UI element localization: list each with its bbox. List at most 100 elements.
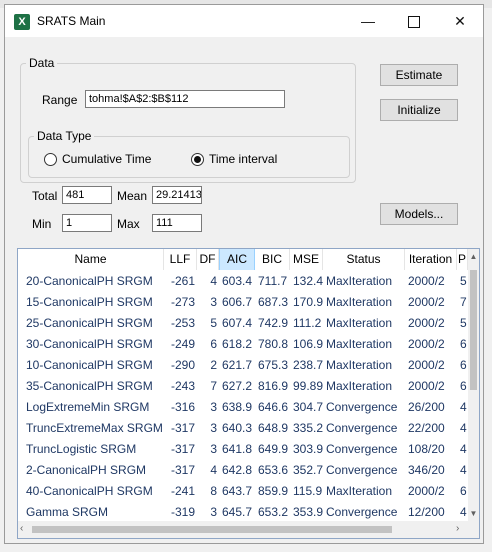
- cell-p: 4: [460, 442, 467, 456]
- cell-bic: 646.6: [258, 400, 289, 414]
- cell-llf: -290: [170, 358, 195, 372]
- models-button[interactable]: Models...: [380, 203, 458, 225]
- cell-name: 40-CanonicalPH SRGM: [26, 484, 153, 498]
- cell-llf: -317: [170, 421, 195, 435]
- time-interval-label[interactable]: Time interval: [209, 152, 277, 166]
- cell-iteration: 12/200: [408, 505, 445, 519]
- horizontal-scrollbar[interactable]: ‹ ›: [18, 521, 468, 538]
- estimate-button[interactable]: Estimate: [380, 64, 458, 86]
- cumulative-time-radio[interactable]: [44, 153, 57, 166]
- cell-name: Gamma SRGM: [26, 505, 109, 519]
- total-field[interactable]: 481: [62, 186, 112, 204]
- title-bar[interactable]: X SRATS Main — ✕: [5, 5, 483, 37]
- cell-df: 3: [210, 442, 217, 456]
- cell-aic: 645.7: [222, 505, 253, 519]
- cell-p: 4: [460, 421, 467, 435]
- table-row[interactable]: Gamma SRGM -319 3 645.7 653.2 353.9 Convergenc…: [18, 502, 468, 523]
- mean-label: Mean: [117, 189, 148, 203]
- column-header-status[interactable]: Status: [323, 249, 405, 270]
- column-header-iteration[interactable]: Iteration: [405, 249, 457, 270]
- table-row[interactable]: 2-CanonicalPH SRGM -317 4 642.8 653.6 352.7 Co…: [18, 460, 468, 481]
- cumulative-time-label[interactable]: Cumulative Time: [62, 152, 151, 166]
- cell-iteration: 22/200: [408, 421, 445, 435]
- cell-df: 6: [210, 337, 217, 351]
- cell-aic: 607.4: [222, 316, 253, 330]
- cell-bic: 648.9: [258, 421, 289, 435]
- cell-p: 6: [460, 379, 467, 393]
- cell-df: 3: [210, 400, 217, 414]
- cell-mse: 304.7: [293, 400, 323, 414]
- vertical-scroll-thumb[interactable]: [470, 270, 477, 390]
- minimize-button[interactable]: —: [345, 5, 391, 37]
- cell-aic: 640.3: [222, 421, 253, 435]
- close-button[interactable]: ✕: [437, 5, 483, 37]
- column-header-df[interactable]: DF: [197, 249, 219, 270]
- radio-selected-dot: [194, 156, 201, 163]
- cell-status: MaxIteration: [326, 316, 393, 330]
- range-input[interactable]: tohma!$A$2:$B$112: [85, 90, 285, 108]
- maximize-button[interactable]: [391, 5, 437, 37]
- table-row[interactable]: 10-CanonicalPH SRGM -290 2 621.7 675.3 238.7 M…: [18, 355, 468, 376]
- scroll-left-icon[interactable]: ‹: [20, 523, 23, 534]
- cell-aic: 638.9: [222, 400, 253, 414]
- column-header-p[interactable]: P: [457, 249, 468, 270]
- table-row[interactable]: 15-CanonicalPH SRGM -273 3 606.7 687.3 170.9 M…: [18, 292, 468, 313]
- horizontal-scroll-thumb[interactable]: [32, 526, 392, 533]
- cell-llf: -316: [170, 400, 195, 414]
- table-row[interactable]: 40-CanonicalPH SRGM -241 8 643.7 859.9 115.9 M…: [18, 481, 468, 502]
- max-field[interactable]: 111: [152, 214, 202, 232]
- cell-aic: 621.7: [222, 358, 253, 372]
- results-grid: Name LLF DF AIC BIC MSE Status Iteration P 20-Ca…: [17, 248, 480, 539]
- table-row[interactable]: TruncExtremeMax SRGM -317 3 640.3 648.9 335.2…: [18, 418, 468, 439]
- cell-status: Convergence: [326, 442, 398, 456]
- data-type-label: Data Type: [34, 129, 95, 143]
- column-header-name[interactable]: Name: [18, 249, 164, 270]
- table-row[interactable]: 30-CanonicalPH SRGM -249 6 618.2 780.8 106.9 M…: [18, 334, 468, 355]
- mean-field[interactable]: 29.21413: [152, 186, 202, 204]
- column-header-aic[interactable]: AIC: [219, 249, 255, 270]
- table-row[interactable]: 25-CanonicalPH SRGM -253 5 607.4 742.9 111.2 M…: [18, 313, 468, 334]
- cell-mse: 335.2: [293, 421, 323, 435]
- grid-header: Name LLF DF AIC BIC MSE Status Iteration P: [18, 249, 468, 270]
- cell-llf: -243: [170, 379, 195, 393]
- cell-df: 3: [210, 421, 217, 435]
- vertical-scrollbar[interactable]: ▲ ▼: [468, 249, 479, 521]
- cell-aic: 627.2: [222, 379, 253, 393]
- cell-bic: 742.9: [258, 316, 289, 330]
- table-row[interactable]: 20-CanonicalPH SRGM -261 4 603.4 711.7 132.4 M…: [18, 271, 468, 292]
- table-row[interactable]: TruncLogistic SRGM -317 3 641.8 649.9 303.9 Co…: [18, 439, 468, 460]
- scroll-down-icon[interactable]: ▼: [468, 509, 479, 518]
- cell-status: MaxIteration: [326, 295, 393, 309]
- cell-bic: 816.9: [258, 379, 289, 393]
- table-row[interactable]: 35-CanonicalPH SRGM -243 7 627.2 816.9 99.89 M…: [18, 376, 468, 397]
- cell-mse: 352.7: [293, 463, 323, 477]
- cell-mse: 106.9: [293, 337, 323, 351]
- cell-p: 7: [460, 295, 467, 309]
- cell-status: MaxIteration: [326, 274, 393, 288]
- cell-name: 30-CanonicalPH SRGM: [26, 337, 153, 351]
- data-group-label: Data: [26, 56, 58, 70]
- scroll-right-icon[interactable]: ›: [456, 523, 459, 534]
- time-interval-radio[interactable]: [191, 153, 204, 166]
- cell-mse: 238.7: [293, 358, 323, 372]
- cell-name: 2-CanonicalPH SRGM: [26, 463, 147, 477]
- cell-iteration: 2000/2: [408, 295, 445, 309]
- scroll-up-icon[interactable]: ▲: [468, 252, 479, 261]
- cell-df: 3: [210, 295, 217, 309]
- column-header-llf[interactable]: LLF: [164, 249, 197, 270]
- cell-llf: -241: [170, 484, 195, 498]
- cell-llf: -273: [170, 295, 195, 309]
- column-header-bic[interactable]: BIC: [255, 249, 290, 270]
- cell-iteration: 108/20: [408, 442, 445, 456]
- table-row[interactable]: LogExtremeMin SRGM -316 3 638.9 646.6 304.7 Co…: [18, 397, 468, 418]
- cell-p: 4: [460, 505, 467, 519]
- cell-bic: 687.3: [258, 295, 289, 309]
- cell-name: TruncLogistic SRGM: [26, 442, 137, 456]
- min-field[interactable]: 1: [62, 214, 112, 232]
- initialize-button[interactable]: Initialize: [380, 99, 458, 121]
- cell-iteration: 2000/2: [408, 358, 445, 372]
- cell-p: 6: [460, 484, 467, 498]
- cell-mse: 303.9: [293, 442, 323, 456]
- window-title: SRATS Main: [37, 14, 106, 28]
- column-header-mse[interactable]: MSE: [290, 249, 323, 270]
